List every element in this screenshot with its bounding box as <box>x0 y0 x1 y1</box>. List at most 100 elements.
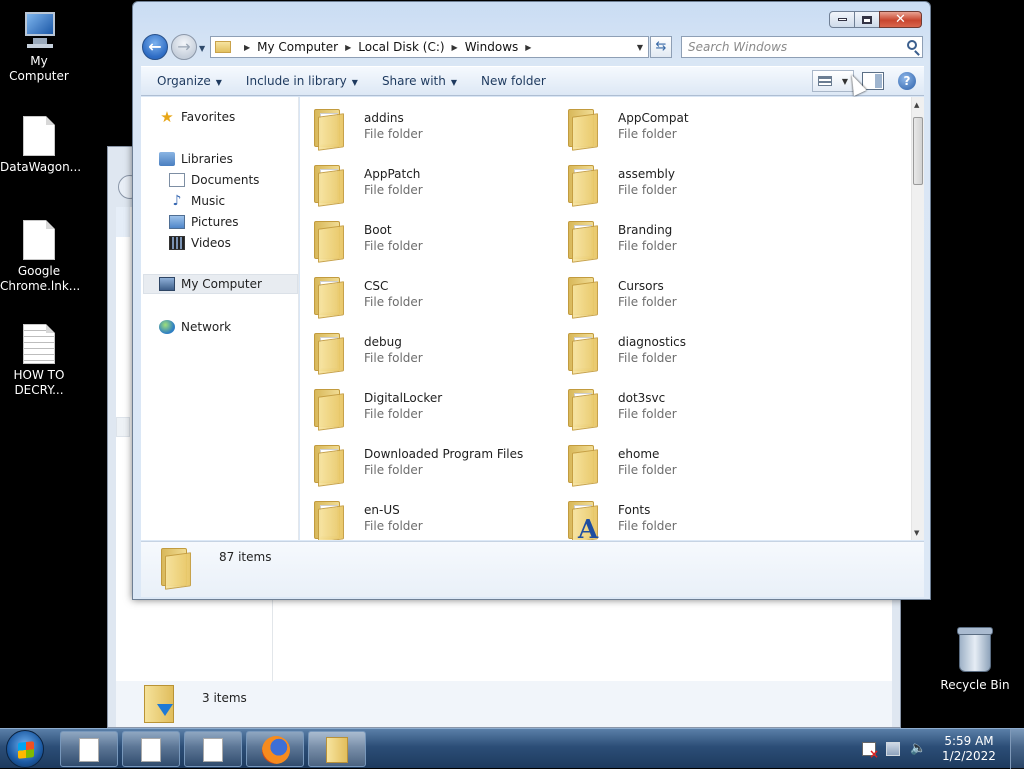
computer-icon <box>159 277 175 291</box>
folder-icon <box>314 389 348 431</box>
file-type: File folder <box>364 351 423 365</box>
desktop-icon-recycle-bin[interactable]: Recycle Bin <box>940 627 1010 692</box>
file-list-item[interactable]: AppCompat File folder <box>554 101 804 153</box>
minimize-button[interactable] <box>829 11 855 28</box>
network-tray-icon[interactable] <box>886 742 900 756</box>
caption-buttons: ✕ <box>829 11 922 28</box>
taskbar: 🔈 5:59 AM 1/2/2022 <box>0 728 1024 769</box>
explorer-window[interactable]: ✕ ← → ▼ ▶ My Computer ▶ Local Disk (C:) … <box>132 1 931 600</box>
nav-label: Videos <box>191 236 231 250</box>
file-list-item[interactable]: dot3svc File folder <box>554 381 804 433</box>
file-type: File folder <box>364 183 423 197</box>
file-name: assembly <box>618 167 675 181</box>
file-type: File folder <box>364 239 423 253</box>
search-icon[interactable] <box>907 40 917 50</box>
new-folder-label: New folder <box>481 74 546 88</box>
desktop-icon-datawagon[interactable]: DataWagon... <box>0 116 81 175</box>
file-list-item[interactable]: AppPatch File folder <box>300 157 550 209</box>
file-list-item[interactable]: assembly File folder <box>554 157 804 209</box>
include-in-library-button[interactable]: Include in library ▼ <box>238 74 366 88</box>
chevron-right-icon[interactable]: ▶ <box>452 43 458 52</box>
refresh-icon: ⇆ <box>655 39 667 54</box>
breadcrumb-local-disk[interactable]: Local Disk (C:) <box>358 40 444 54</box>
back-button[interactable]: ← <box>142 34 168 60</box>
chevron-right-icon[interactable]: ▶ <box>345 43 351 52</box>
file-type: File folder <box>618 127 677 141</box>
file-list-item[interactable]: en-US File folder <box>300 493 550 540</box>
file-list-item[interactable]: CSC File folder <box>300 269 550 321</box>
share-with-button[interactable]: Share with ▼ <box>374 74 465 88</box>
nav-item-my-computer[interactable]: My Computer <box>143 274 298 294</box>
clock[interactable]: 5:59 AM 1/2/2022 <box>934 734 1004 764</box>
nav-item-music[interactable]: ♪ Music <box>169 194 226 208</box>
taskbar-button-document-3[interactable] <box>184 731 242 767</box>
nav-item-pictures[interactable]: Pictures <box>169 215 239 229</box>
file-list-item[interactable]: addins File folder <box>300 101 550 153</box>
close-button[interactable]: ✕ <box>879 11 922 28</box>
file-list-item[interactable]: Boot File folder <box>300 213 550 265</box>
desktop-icon-label: Google Chrome.lnk... <box>0 264 81 293</box>
desktop-icon-my-computer[interactable]: My Computer <box>0 10 78 84</box>
nav-item-libraries[interactable]: Libraries <box>159 152 233 166</box>
nav-item-favorites[interactable]: ★ Favorites <box>159 108 235 126</box>
folder-icon <box>314 165 348 207</box>
file-type: File folder <box>364 463 423 477</box>
vertical-scrollbar[interactable]: ▲ ▼ <box>911 97 924 540</box>
breadcrumb-my-computer[interactable]: My Computer <box>257 40 338 54</box>
desktop-icon-chrome-link[interactable]: Google Chrome.lnk... <box>0 220 81 294</box>
file-name: Cursors <box>618 279 664 293</box>
scrollbar-thumb[interactable] <box>913 117 923 185</box>
new-folder-button[interactable]: New folder <box>473 74 554 88</box>
desktop-icon-how-to-decrypt[interactable]: HOW TO DECRY... <box>0 324 78 398</box>
nav-item-documents[interactable]: Documents <box>169 173 259 187</box>
file-list-item[interactable]: DigitalLocker File folder <box>300 381 550 433</box>
file-name: addins <box>364 111 404 125</box>
taskbar-button-document-1[interactable] <box>60 731 118 767</box>
library-icon <box>159 152 175 166</box>
chevron-right-icon[interactable]: ▶ <box>525 43 531 52</box>
desktop-icon-label: Recycle Bin <box>940 678 1010 692</box>
file-list-item[interactable]: debug File folder <box>300 325 550 377</box>
file-name: Boot <box>364 223 392 237</box>
show-desktop-button[interactable] <box>1010 729 1024 769</box>
file-list-item[interactable]: diagnostics File folder <box>554 325 804 377</box>
refresh-button[interactable]: ⇆ <box>650 36 672 58</box>
nav-label: My Computer <box>181 277 262 291</box>
file-list-item[interactable]: Cursors File folder <box>554 269 804 321</box>
nav-label: Music <box>191 194 226 208</box>
address-dropdown-button[interactable]: ▼ <box>637 43 643 52</box>
clock-date: 1/2/2022 <box>942 749 996 763</box>
file-list-item[interactable]: ehome File folder <box>554 437 804 489</box>
document-icon <box>141 738 161 762</box>
nav-item-videos[interactable]: Videos <box>169 236 231 250</box>
recent-pages-dropdown[interactable]: ▼ <box>199 44 205 53</box>
nav-label: Documents <box>191 173 260 187</box>
help-button[interactable]: ? <box>898 72 916 90</box>
folder-icon <box>314 501 348 540</box>
taskbar-button-explorer[interactable] <box>308 731 366 767</box>
organize-button[interactable]: Organize ▼ <box>149 74 230 88</box>
volume-icon[interactable]: 🔈 <box>910 742 926 756</box>
file-name: en-US <box>364 503 400 517</box>
start-button[interactable] <box>6 730 44 768</box>
maximize-button[interactable] <box>854 11 880 28</box>
chevron-right-icon[interactable]: ▶ <box>244 43 250 52</box>
file-list-item[interactable]: A Fonts File folder <box>554 493 804 540</box>
taskbar-button-document-2[interactable] <box>122 731 180 767</box>
file-type: File folder <box>618 351 677 365</box>
file-list-item[interactable]: Downloaded Program Files File folder <box>300 437 550 489</box>
star-icon: ★ <box>160 108 174 126</box>
file-type: File folder <box>618 295 677 309</box>
taskbar-button-firefox[interactable] <box>246 731 304 767</box>
scroll-down-icon[interactable]: ▼ <box>914 529 919 537</box>
forward-button[interactable]: → <box>171 34 197 60</box>
scroll-up-icon[interactable]: ▲ <box>914 101 919 109</box>
search-input[interactable]: Search Windows <box>681 36 923 58</box>
address-bar[interactable]: ▶ My Computer ▶ Local Disk (C:) ▶ Window… <box>210 36 649 58</box>
action-center-flag-icon[interactable] <box>862 742 879 761</box>
breadcrumb-windows[interactable]: Windows <box>465 40 519 54</box>
background-nav-header <box>116 207 130 237</box>
file-list-item[interactable]: Branding File folder <box>554 213 804 265</box>
nav-item-network[interactable]: Network <box>159 320 231 334</box>
file-type: File folder <box>618 183 677 197</box>
